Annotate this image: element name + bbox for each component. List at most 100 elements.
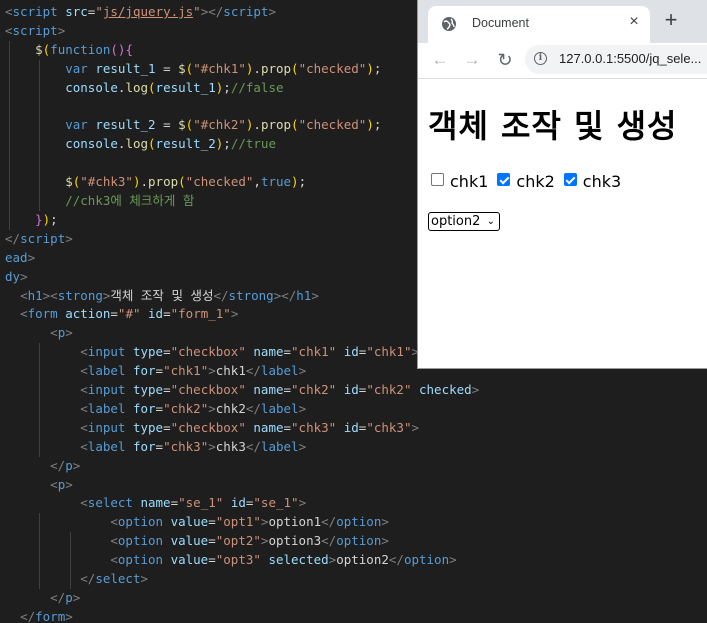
chk2-checkbox[interactable] (497, 173, 511, 186)
chk1-label[interactable]: chk1 (450, 172, 488, 191)
code-token: ; (298, 174, 307, 190)
code-token: value (170, 514, 209, 530)
chk2-label[interactable]: chk2 (516, 172, 554, 191)
url-text[interactable]: 127.0.0.1:5500/jq_sele... (559, 51, 701, 66)
info-icon[interactable]: i (534, 52, 547, 65)
code-line: <p> (5, 476, 73, 495)
code-token: label (87, 438, 133, 454)
code-token: > (298, 363, 307, 379)
code-token: "chk2" (163, 400, 209, 416)
forward-arrow-icon[interactable]: → (460, 48, 484, 72)
close-icon[interactable]: × (625, 13, 643, 31)
code-token: ( (148, 136, 156, 152)
code-token: ) (291, 174, 299, 190)
code-token: $ (178, 60, 186, 76)
code-token: > (311, 287, 319, 303)
code-token: "se_1" (253, 495, 299, 511)
code-token: "chk2" (366, 382, 419, 397)
option-select[interactable]: option2 ⌄ (428, 212, 500, 231)
code-token: > (27, 249, 36, 265)
code-token: result_2 (95, 117, 156, 133)
indent-guide (39, 513, 40, 589)
code-token: = (208, 552, 216, 568)
tab-document[interactable]: Document × (428, 6, 650, 43)
code-token: = (283, 419, 292, 435)
code-token: > (20, 268, 28, 284)
code-token: > (208, 363, 216, 379)
code-token: prop (260, 117, 292, 133)
code-token: < (5, 4, 13, 19)
code-token: select (87, 495, 141, 511)
code-token: < (50, 325, 58, 341)
code-token: > (298, 495, 307, 511)
indent-guide (39, 343, 40, 457)
code-token: = (155, 438, 164, 454)
chk3-label[interactable]: chk3 (583, 172, 621, 191)
code-line: <h1><strong>객체 조작 및 생성</strong></h1> (5, 287, 319, 306)
code-line: </p> (5, 457, 80, 476)
code-token: option (117, 533, 171, 549)
code-line: </form> (5, 608, 73, 623)
code-token: strong (228, 287, 274, 303)
checkbox-row: chk1 chk2 chk3 (431, 172, 630, 192)
code-token: "#chk1" (193, 60, 246, 76)
code-token: = (163, 306, 171, 322)
code-token: > (411, 419, 419, 435)
code-token: </ (321, 533, 337, 549)
code-token: "checkbox" (170, 382, 254, 397)
code-token: $ (178, 117, 186, 133)
code-token: //true (230, 136, 276, 152)
code-token: = (208, 533, 216, 549)
code-token: ( (291, 60, 299, 76)
code-token: chk2 (215, 400, 246, 416)
code-token: = (208, 514, 216, 530)
code-token: > (449, 552, 457, 568)
code-token: "opt2" (215, 533, 261, 549)
code-token: for (132, 363, 156, 379)
code-token: { (125, 41, 133, 57)
reload-icon[interactable]: ↻ (493, 48, 517, 72)
code-token: p (65, 589, 73, 605)
code-line: <label for="chk1">chk1</label> (5, 362, 306, 381)
code-token: option1 (268, 514, 322, 530)
code-token: prop (260, 60, 292, 76)
code-token: "checked" (298, 117, 367, 133)
code-token: "checked" (298, 60, 367, 76)
code-token: = (155, 117, 179, 133)
browser-window: Document × + ← → ↻ i 127.0.0.1:5500/jq_s… (417, 0, 707, 369)
code-token: ; (373, 60, 382, 76)
indent-guide (9, 40, 10, 230)
code-token: ) (366, 60, 374, 76)
code-token: label (260, 438, 299, 454)
code-token: </ (245, 438, 261, 454)
code-token: ead (5, 249, 28, 265)
code-token: ; (373, 117, 382, 133)
code-token: </ (20, 608, 36, 623)
code-token: "#chk2" (193, 117, 246, 133)
code-token: id (343, 382, 359, 397)
code-token: "se_1" (178, 495, 231, 511)
address-bar[interactable]: i 127.0.0.1:5500/jq_sele... (525, 45, 707, 74)
chk1-checkbox[interactable] (431, 173, 444, 186)
code-token: input (87, 382, 133, 397)
code-token: type (132, 382, 164, 397)
code-token: > (208, 400, 216, 416)
code-token: label (260, 400, 299, 416)
code-token: $ (35, 41, 43, 57)
code-token: action (65, 306, 111, 322)
code-token: "checkbox" (170, 344, 254, 360)
code-token: = (283, 382, 292, 397)
code-token: > (208, 438, 216, 454)
new-tab-button[interactable]: + (661, 9, 681, 31)
chk3-checkbox[interactable] (563, 173, 577, 186)
code-token: true (260, 174, 292, 190)
code-token: js/jquery.js (102, 4, 194, 19)
back-arrow-icon[interactable]: ← (428, 48, 452, 72)
code-token: option (117, 514, 171, 530)
code-line: <input type="checkbox" name="chk1" id="c… (5, 343, 419, 362)
code-token: = (163, 344, 171, 360)
